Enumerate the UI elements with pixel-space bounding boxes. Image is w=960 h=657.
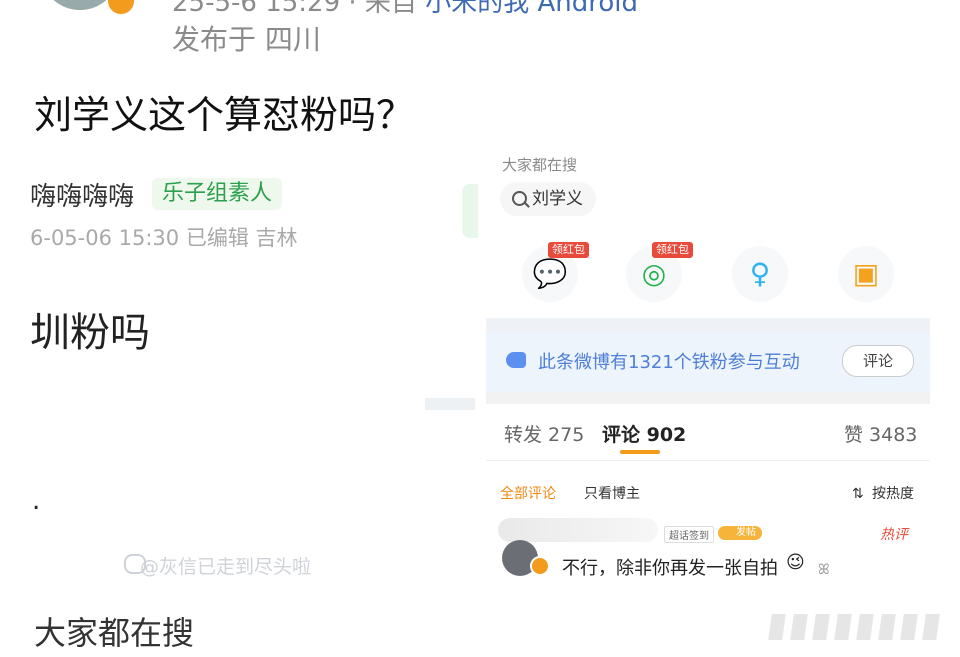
left-post-body: 圳粉吗 <box>30 310 150 356</box>
checkin-tag: 超话签到 <box>664 526 714 543</box>
filter-all-comments[interactable]: 全部评论 <box>500 483 556 503</box>
post-source[interactable]: 小米的我 Android <box>425 0 638 18</box>
qq-share-button[interactable]: ♀ <box>732 246 788 302</box>
trending-search-label: 大家都在搜 <box>502 156 578 174</box>
left-screenshot <box>0 150 480 590</box>
placeholder-block <box>856 614 874 640</box>
left-divider <box>425 398 475 410</box>
post-time: 25-5-6 15:29 · 来自 <box>172 0 417 18</box>
commenter-name-blurred[interactable] <box>498 518 658 542</box>
save-image-button[interactable]: ▣ <box>838 246 894 302</box>
active-tab-indicator <box>620 450 660 454</box>
section-divider <box>486 392 930 404</box>
qq-icon: ♀ <box>749 257 771 290</box>
post-location: 发布于 四川 <box>172 23 321 56</box>
moments-icon: ◎ <box>641 257 667 290</box>
placeholder-block <box>768 614 786 640</box>
left-username[interactable]: 嗨嗨嗨嗨 <box>30 176 134 213</box>
post-title: 刘学义这个算怼粉吗？ <box>34 93 415 137</box>
sort-icon[interactable]: ⇅ <box>852 486 864 502</box>
left-follow-button-edge <box>462 184 478 238</box>
trending-search-heading: 大家都在搜 <box>34 614 195 652</box>
fan-interaction-text: 此条微博有1321个铁粉参与互动 <box>538 352 800 373</box>
comment-button[interactable]: 评论 <box>842 345 914 377</box>
post-meta: 25-5-6 15:29 · 来自 小米的我 Android <box>172 0 638 19</box>
search-query: 刘学义 <box>532 189 583 209</box>
search-icon <box>512 191 527 206</box>
placeholder-block <box>812 614 830 640</box>
share-panel-divider <box>486 318 930 332</box>
wechat-icon: 💬 <box>532 257 568 290</box>
fan-icon <box>506 352 526 368</box>
tab-divider <box>486 460 930 461</box>
sort-by-hot[interactable]: 按热度 <box>872 483 914 503</box>
tab-comments[interactable]: 评论 902 <box>602 420 686 447</box>
left-post-dot: . <box>32 486 41 516</box>
tab-repost[interactable]: 转发 275 <box>504 420 584 447</box>
red-packet-badge: 领红包 <box>652 242 693 258</box>
post-level-tag: 发帖 <box>718 526 762 540</box>
placeholder-block <box>878 614 896 640</box>
verified-badge-icon <box>530 556 550 576</box>
left-watermark: @灰信已走到尽头啦 <box>140 556 312 578</box>
trending-search-chip[interactable]: 刘学义 <box>500 182 596 216</box>
red-packet-badge: 领红包 <box>548 242 589 258</box>
verified-badge-icon <box>106 0 136 16</box>
save-image-icon: ▣ <box>852 257 880 290</box>
tab-likes[interactable]: 赞 3483 <box>844 420 917 447</box>
sticker-icon: ꕤ <box>818 562 830 578</box>
placeholder-block <box>834 614 852 640</box>
placeholder-block <box>790 614 808 640</box>
filter-host-only[interactable]: 只看博主 <box>584 483 640 503</box>
placeholder-block <box>922 614 940 640</box>
left-post-meta: 6-05-06 15:30 已编辑 吉林 <box>30 226 298 250</box>
comment-text: 不行，除非你再发一张自拍 <box>562 558 778 579</box>
hot-comment-badge: 热评 <box>880 527 908 543</box>
left-user-badge: 乐子组素人 <box>152 178 283 210</box>
wink-emoji-icon: 😉 <box>786 552 805 573</box>
placeholder-block <box>900 614 918 640</box>
